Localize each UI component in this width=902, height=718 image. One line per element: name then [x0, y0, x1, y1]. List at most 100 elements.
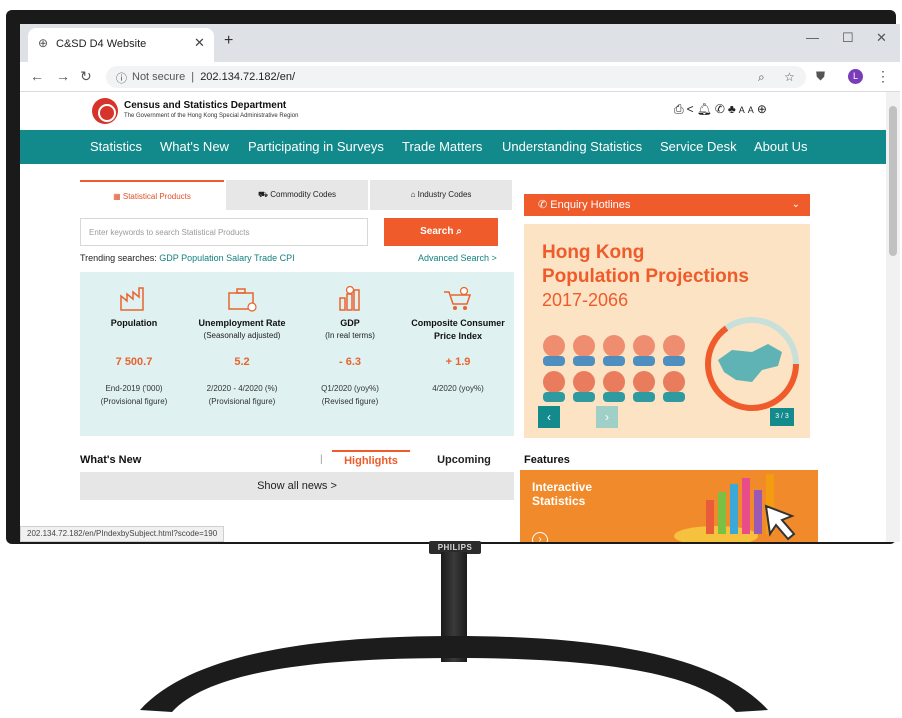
banner-next-button[interactable]: ›: [596, 406, 618, 428]
share-icon[interactable]: <: [687, 102, 697, 116]
stat-period: End-2019 ('000): [105, 384, 163, 393]
search-button[interactable]: Search ⌕: [384, 218, 498, 246]
minimize-icon[interactable]: —: [806, 30, 819, 45]
tab-label: Commodity Codes: [270, 190, 337, 199]
stat-note: (In real terms): [325, 331, 375, 340]
tab-highlights[interactable]: Highlights: [332, 450, 410, 468]
stat-name: Unemployment Rate: [198, 318, 286, 328]
nav-understanding-statistics[interactable]: Understanding Statistics: [502, 139, 642, 154]
stat-period: 4/2020 (yoy%): [432, 384, 484, 393]
stat-cpi[interactable]: Composite Consumer Price Index + 1.9 4/2…: [404, 272, 512, 436]
advanced-search-link[interactable]: Advanced Search >: [418, 253, 497, 263]
chevron-right-icon[interactable]: ›: [532, 532, 548, 542]
nav-about-us[interactable]: About Us: [754, 139, 807, 154]
tab-industry-codes[interactable]: ⌂ Industry Codes: [370, 180, 512, 210]
profile-avatar[interactable]: L: [848, 69, 863, 84]
csd-logo[interactable]: [92, 98, 118, 124]
dept-name: Census and Statistics Department: [124, 100, 287, 111]
enquiry-label: Enquiry Hotlines: [550, 199, 631, 211]
stat-name: Composite Consumer: [411, 318, 505, 328]
population-projections-banner[interactable]: Hong Kong Population Projections 2017-20…: [524, 224, 810, 438]
menu-icon[interactable]: ⋮: [876, 68, 890, 85]
security-label: Not secure: [132, 71, 186, 83]
stat-value: 7 500.7: [115, 356, 153, 368]
features-heading: Features: [524, 454, 570, 466]
search-icon: ⌕: [453, 226, 462, 237]
feature-title-line1: Interactive: [532, 480, 593, 494]
sitemap-icon[interactable]: ♣: [728, 102, 739, 116]
stat-value: 5.2: [234, 356, 250, 368]
stat-gdp[interactable]: GDP (In real terms) - 6.3 Q1/2020 (yoy%)…: [296, 272, 404, 436]
trending-searches: Trending searches: GDP Population Salary…: [80, 253, 295, 263]
bookmark-star-icon[interactable]: ☆: [784, 70, 795, 84]
status-bar-url: 202.134.72.182/en/PIndexbySubject.html?s…: [20, 526, 225, 542]
stat-value: + 1.9: [445, 356, 471, 368]
factory-icon: [120, 287, 144, 311]
zoom-icon[interactable]: ⌕: [758, 70, 765, 85]
stat-population[interactable]: Population 7 500.7 End-2019 ('000) (Prov…: [80, 272, 188, 436]
header-tools: ⎙<🔔︎✆♣AA⊕: [674, 102, 770, 117]
stat-note: (Seasonally adjusted): [203, 331, 281, 340]
nav-service-desk[interactable]: Service Desk: [660, 139, 737, 154]
nav-whats-new[interactable]: What's New: [160, 139, 229, 154]
tab-title: C&SD D4 Website: [56, 38, 147, 50]
stat-unemployment[interactable]: Unemployment Rate (Seasonally adjusted) …: [188, 272, 296, 436]
phone-icon[interactable]: ✆: [715, 102, 728, 116]
close-tab-icon[interactable]: ✕: [194, 35, 205, 51]
search-input[interactable]: Enter keywords to search Statistical Pro…: [80, 218, 368, 246]
extension-icon[interactable]: ⛊: [816, 69, 825, 84]
address-text: Not secure | 202.134.72.182/en/: [132, 71, 295, 83]
stat-name: GDP: [340, 318, 360, 328]
whats-new-heading: What's New: [80, 454, 142, 466]
search-tabs: ▦ Statistical Products ⛟ Commodity Codes…: [80, 180, 512, 210]
stat-note: Price Index: [433, 331, 483, 341]
address-separator: |: [191, 71, 195, 83]
phone-icon: ✆: [538, 199, 551, 211]
nav-trade-matters[interactable]: Trade Matters: [402, 139, 482, 154]
tab-commodity-codes[interactable]: ⛟ Commodity Codes: [226, 180, 368, 210]
scroll-thumb[interactable]: [889, 106, 897, 256]
main-nav: Statistics What's New Participating in S…: [20, 130, 886, 164]
banner-title-line2: Population Projections: [542, 266, 749, 287]
banner-prev-button[interactable]: ‹: [538, 406, 560, 428]
feature-title-line2: Statistics: [532, 494, 586, 508]
browser-tab[interactable]: ⊕ C&SD D4 Website ✕: [28, 28, 214, 62]
briefcase-icon: [228, 288, 257, 312]
nav-participating-in-surveys[interactable]: Participating in Surveys: [248, 139, 384, 154]
key-statistics-panel: Population 7 500.7 End-2019 ('000) (Prov…: [80, 272, 514, 436]
new-tab-button[interactable]: +: [224, 32, 233, 50]
stat-period-note: (Revised figure): [321, 397, 379, 406]
forward-icon[interactable]: →: [56, 68, 70, 84]
enquiry-hotlines-dropdown[interactable]: ✆ Enquiry Hotlines ⌄: [524, 194, 810, 216]
tab-statistical-products[interactable]: ▦ Statistical Products: [80, 180, 224, 210]
address-url: 202.134.72.182/en/: [200, 71, 295, 83]
interactive-statistics-card[interactable]: Interactive Statistics ›: [520, 470, 818, 542]
globe-icon[interactable]: ⊕: [757, 102, 770, 116]
bar-chart-illustration: [674, 474, 796, 542]
nav-statistics[interactable]: Statistics: [90, 139, 142, 154]
font-size-icon[interactable]: AA: [739, 105, 757, 115]
info-icon[interactable]: ⓘ: [116, 70, 127, 86]
stat-period: Q1/2020 (yoy%): [321, 384, 379, 393]
bell-icon[interactable]: 🔔︎: [697, 102, 715, 116]
screen: ⊕ C&SD D4 Website ✕ + — ☐ ✕ ← → ↻ ⓘ Not …: [20, 24, 900, 542]
stat-period-note: (Provisional figure): [208, 397, 276, 406]
browser-toolbar: ← → ↻ ⓘ Not secure | 202.134.72.182/en/ …: [20, 62, 900, 92]
maximize-icon[interactable]: ☐: [842, 30, 854, 46]
search-button-label: Search: [420, 226, 454, 237]
trending-links[interactable]: GDP Population Salary Trade CPI: [159, 253, 294, 263]
close-window-icon[interactable]: ✕: [876, 30, 887, 46]
monitor-stand-base: [140, 636, 768, 712]
reload-icon[interactable]: ↻: [80, 68, 92, 85]
tab-upcoming[interactable]: Upcoming: [424, 450, 504, 468]
hong-kong-map-graphic: [705, 317, 799, 411]
page-scrollbar[interactable]: [886, 92, 900, 542]
banner-counter: 3 / 3: [770, 408, 794, 426]
trending-label: Trending searches:: [80, 253, 157, 263]
tab-separator: |: [320, 454, 323, 465]
print-icon[interactable]: ⎙: [674, 102, 687, 116]
back-icon[interactable]: ←: [30, 68, 44, 84]
address-bar[interactable]: ⓘ Not secure | 202.134.72.182/en/ ⌕ ☆: [106, 66, 806, 88]
show-all-news-button[interactable]: Show all news >: [80, 472, 514, 500]
globe-icon: ⊕: [38, 36, 49, 50]
